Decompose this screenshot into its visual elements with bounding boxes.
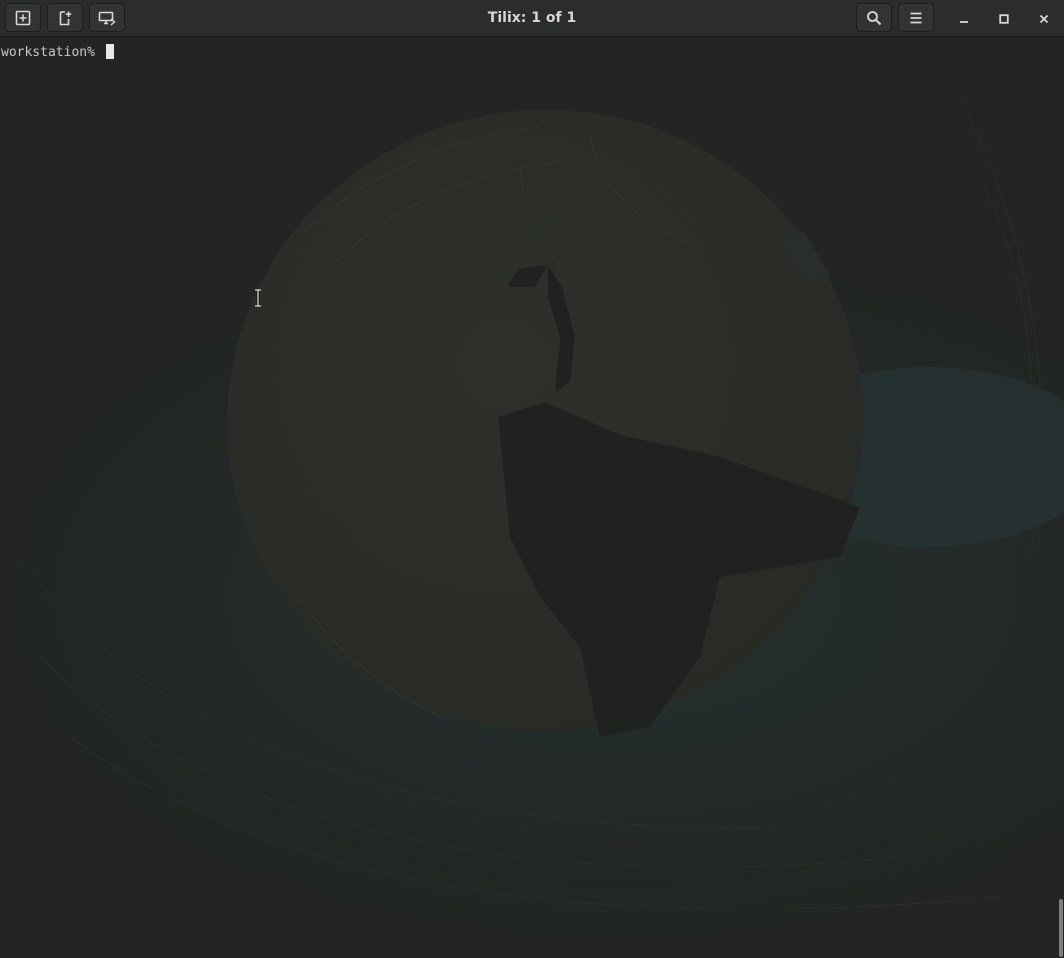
terminal-view[interactable]: workstation% bbox=[0, 37, 1064, 958]
search-button[interactable] bbox=[856, 3, 892, 32]
scrollbar-thumb[interactable] bbox=[1059, 899, 1063, 957]
minimize-icon bbox=[959, 9, 969, 28]
terminal-prompt-line[interactable]: workstation% bbox=[1, 44, 114, 61]
maximize-icon bbox=[999, 9, 1009, 28]
add-session-icon bbox=[57, 10, 73, 26]
add-terminal-button[interactable] bbox=[5, 3, 41, 32]
prompt-text: workstation% bbox=[1, 45, 103, 60]
sync-input-icon bbox=[98, 10, 116, 26]
background-image bbox=[19, 96, 1064, 910]
sync-input-button[interactable] bbox=[89, 3, 125, 32]
hamburger-menu-icon bbox=[909, 11, 923, 25]
terminal-scrollbar[interactable] bbox=[1058, 37, 1064, 958]
tilix-window: Tilix: 1 of 1 workstation% bbox=[0, 0, 1064, 958]
close-button[interactable] bbox=[1032, 6, 1056, 30]
header-bar: Tilix: 1 of 1 bbox=[0, 0, 1064, 37]
menu-button[interactable] bbox=[898, 3, 934, 32]
minimize-button[interactable] bbox=[952, 6, 976, 30]
add-session-button[interactable] bbox=[47, 3, 83, 32]
mouse-ibeam-icon bbox=[253, 288, 263, 311]
close-icon bbox=[1039, 9, 1049, 28]
add-terminal-icon bbox=[15, 10, 31, 26]
text-cursor bbox=[105, 44, 114, 59]
maximize-button[interactable] bbox=[992, 6, 1016, 30]
search-icon bbox=[866, 10, 882, 26]
